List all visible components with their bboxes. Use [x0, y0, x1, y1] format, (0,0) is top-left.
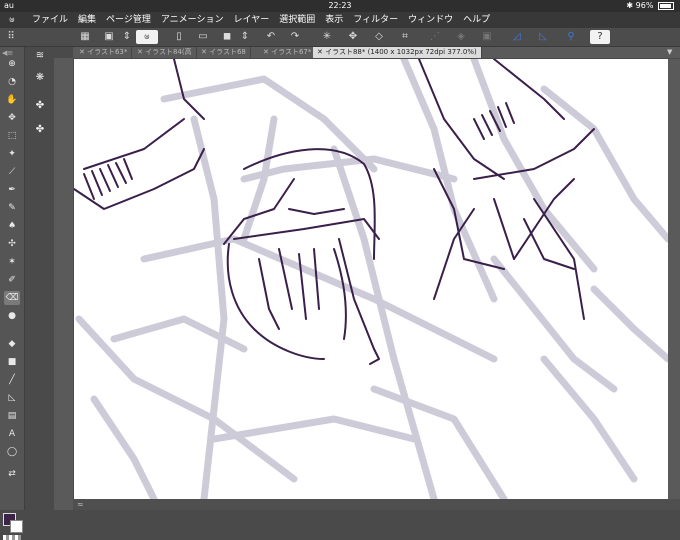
- fill-tool-icon[interactable]: ◆: [4, 337, 20, 351]
- menu-selection[interactable]: 選択範囲: [279, 12, 315, 28]
- sub-color-swatch[interactable]: [10, 520, 23, 533]
- special-ruler-icon[interactable]: ◺: [534, 30, 552, 44]
- app-logo-button[interactable]: ၑ: [136, 30, 158, 44]
- tab-document[interactable]: ✕ イラスト84(高: [133, 47, 197, 58]
- battery-percent: 96%: [635, 1, 654, 10]
- status-bar: au 22:23 ✱ 96%: [0, 0, 680, 12]
- menu-items: ファイル 編集 ページ管理 アニメーション レイヤー 選択範囲 表示 フィルター…: [32, 12, 500, 28]
- menu-edit[interactable]: 編集: [78, 12, 96, 28]
- ink-tool-icon[interactable]: ✐: [4, 273, 20, 287]
- pen-tool-icon[interactable]: ✒: [4, 183, 20, 197]
- balloon-tool-icon[interactable]: ◯: [4, 445, 20, 459]
- disabled-icon: ◈: [457, 31, 465, 42]
- brush-preset-icon[interactable]: ✤: [32, 123, 48, 137]
- tab-document-active[interactable]: ✕ イラスト88* (1400 x 1032px 72dpi 377.0%): [313, 47, 482, 58]
- decoration-tool-icon[interactable]: ✶: [4, 255, 20, 269]
- palette-grip: ◀≡: [2, 49, 14, 57]
- text-tool-icon[interactable]: A: [4, 427, 20, 441]
- help-icon[interactable]: ?: [590, 30, 610, 44]
- sketch-layer: [75, 59, 668, 499]
- new-file-icon[interactable]: ▯: [170, 30, 188, 44]
- move-icon[interactable]: ✥: [344, 30, 362, 44]
- open-folder-icon[interactable]: ▭: [194, 30, 212, 44]
- airbrush-icon[interactable]: ✣: [4, 237, 20, 251]
- transparent-color-icon[interactable]: [3, 535, 21, 540]
- brush-preset-icon[interactable]: ❋: [32, 71, 48, 85]
- canvas-scrollbar[interactable]: [668, 59, 680, 499]
- blend-tool-icon[interactable]: ●: [4, 309, 20, 323]
- up-down-arrow-icon[interactable]: ⇕: [118, 30, 136, 44]
- collapse-arrow-icon[interactable]: ≈: [77, 499, 84, 510]
- bluetooth-icon: ✱: [626, 1, 634, 10]
- lineart-layer: [74, 59, 595, 365]
- grip-icon[interactable]: ⠿: [2, 30, 20, 44]
- tab-document[interactable]: ✕ イラスト67*: [259, 47, 317, 58]
- eraser-tool-icon[interactable]: ⌫: [4, 291, 20, 305]
- grid-snap-icon[interactable]: ⚲: [562, 30, 580, 44]
- zoom-tool-icon[interactable]: ⊕: [4, 57, 20, 71]
- menu-window[interactable]: ウィンドウ: [408, 12, 453, 28]
- panel-grid-icon[interactable]: ▦: [76, 30, 94, 44]
- redo-icon[interactable]: ↷: [286, 30, 304, 44]
- frame-tool-icon[interactable]: ▤: [4, 409, 20, 423]
- tab-document[interactable]: ✕ イラスト63*: [75, 47, 133, 58]
- clock: 22:23: [328, 1, 352, 10]
- menu-filter[interactable]: フィルター: [353, 12, 398, 28]
- menu-layer[interactable]: レイヤー: [234, 12, 270, 28]
- move-tool-icon[interactable]: ✥: [4, 111, 20, 125]
- command-bar: ⠿ ▦ ▣ ⇕ ၑ ▯ ▭ ◼ ⇕ ↶ ↷ ✳ ✥ ◇ ⌗ ⋰ ◈ ▣ ◿ ◺ …: [0, 28, 680, 47]
- drawing-canvas[interactable]: [74, 59, 668, 499]
- eraser-icon[interactable]: ◇: [370, 30, 388, 44]
- menu-animation[interactable]: アニメーション: [161, 12, 224, 28]
- menu-view[interactable]: 表示: [325, 12, 343, 28]
- sub-tool-panel: ≋ ❋ ✤ ✤: [24, 47, 55, 510]
- up-down-arrow-icon[interactable]: ⇕: [236, 30, 254, 44]
- brush-tool-icon[interactable]: ♠: [4, 219, 20, 233]
- sparkle-icon[interactable]: ✳: [318, 30, 336, 44]
- tab-menu-icon[interactable]: ▼: [667, 49, 676, 56]
- brush-preset-icon[interactable]: ✤: [32, 99, 48, 113]
- ruler-tool-icon[interactable]: ◺: [4, 391, 20, 405]
- lasso-tool-icon[interactable]: ◔: [4, 75, 20, 89]
- magic-wand-icon[interactable]: ✦: [4, 147, 20, 161]
- color-swap-icon[interactable]: ⇄: [4, 467, 20, 481]
- document-tabs: ✕ イラスト63* ✕ イラスト84(高 ✕ イラスト68 ✕ イラスト67* …: [73, 47, 680, 58]
- menu-help[interactable]: ヘルプ: [463, 12, 490, 28]
- gradient-tool-icon[interactable]: ■: [4, 355, 20, 369]
- ruler-snap-icon[interactable]: ◿: [508, 30, 526, 44]
- menu-page[interactable]: ページ管理: [106, 12, 151, 28]
- layer-icon[interactable]: ▣: [100, 30, 118, 44]
- selection-tool-icon[interactable]: ⬚: [4, 129, 20, 143]
- tab-document[interactable]: ✕ イラスト68: [197, 47, 251, 58]
- battery-indicator: ✱ 96%: [626, 0, 674, 12]
- layers-stack-icon[interactable]: ≋: [32, 49, 48, 63]
- app-logo-icon[interactable]: ၑ: [6, 14, 18, 26]
- tool-palette: ◀≡ ⊕ ◔ ✋ ✥ ⬚ ✦ ⟋ ✒ ✎ ♠ ✣ ✶ ✐ ⌫ ● ◆ ■ ╱ ◺…: [0, 47, 24, 540]
- hand-tool-icon[interactable]: ✋: [4, 93, 20, 107]
- pencil-tool-icon[interactable]: ✎: [4, 201, 20, 215]
- save-icon[interactable]: ◼: [218, 30, 236, 44]
- disabled-icon: ▣: [482, 31, 492, 42]
- undo-icon[interactable]: ↶: [262, 30, 280, 44]
- transform-icon[interactable]: ⌗: [396, 30, 414, 44]
- figure-tool-icon[interactable]: ╱: [4, 373, 20, 387]
- menu-file[interactable]: ファイル: [32, 12, 68, 28]
- menu-bar: ၑ ファイル 編集 ページ管理 アニメーション レイヤー 選択範囲 表示 フィル…: [0, 12, 680, 28]
- disabled-icon: ⋰: [430, 31, 440, 42]
- vertical-ruler: [54, 58, 73, 510]
- battery-icon: [658, 1, 674, 10]
- artwork: [74, 59, 668, 499]
- eyedropper-icon[interactable]: ⟋: [4, 165, 20, 179]
- canvas-status-bar: ≈: [73, 499, 680, 510]
